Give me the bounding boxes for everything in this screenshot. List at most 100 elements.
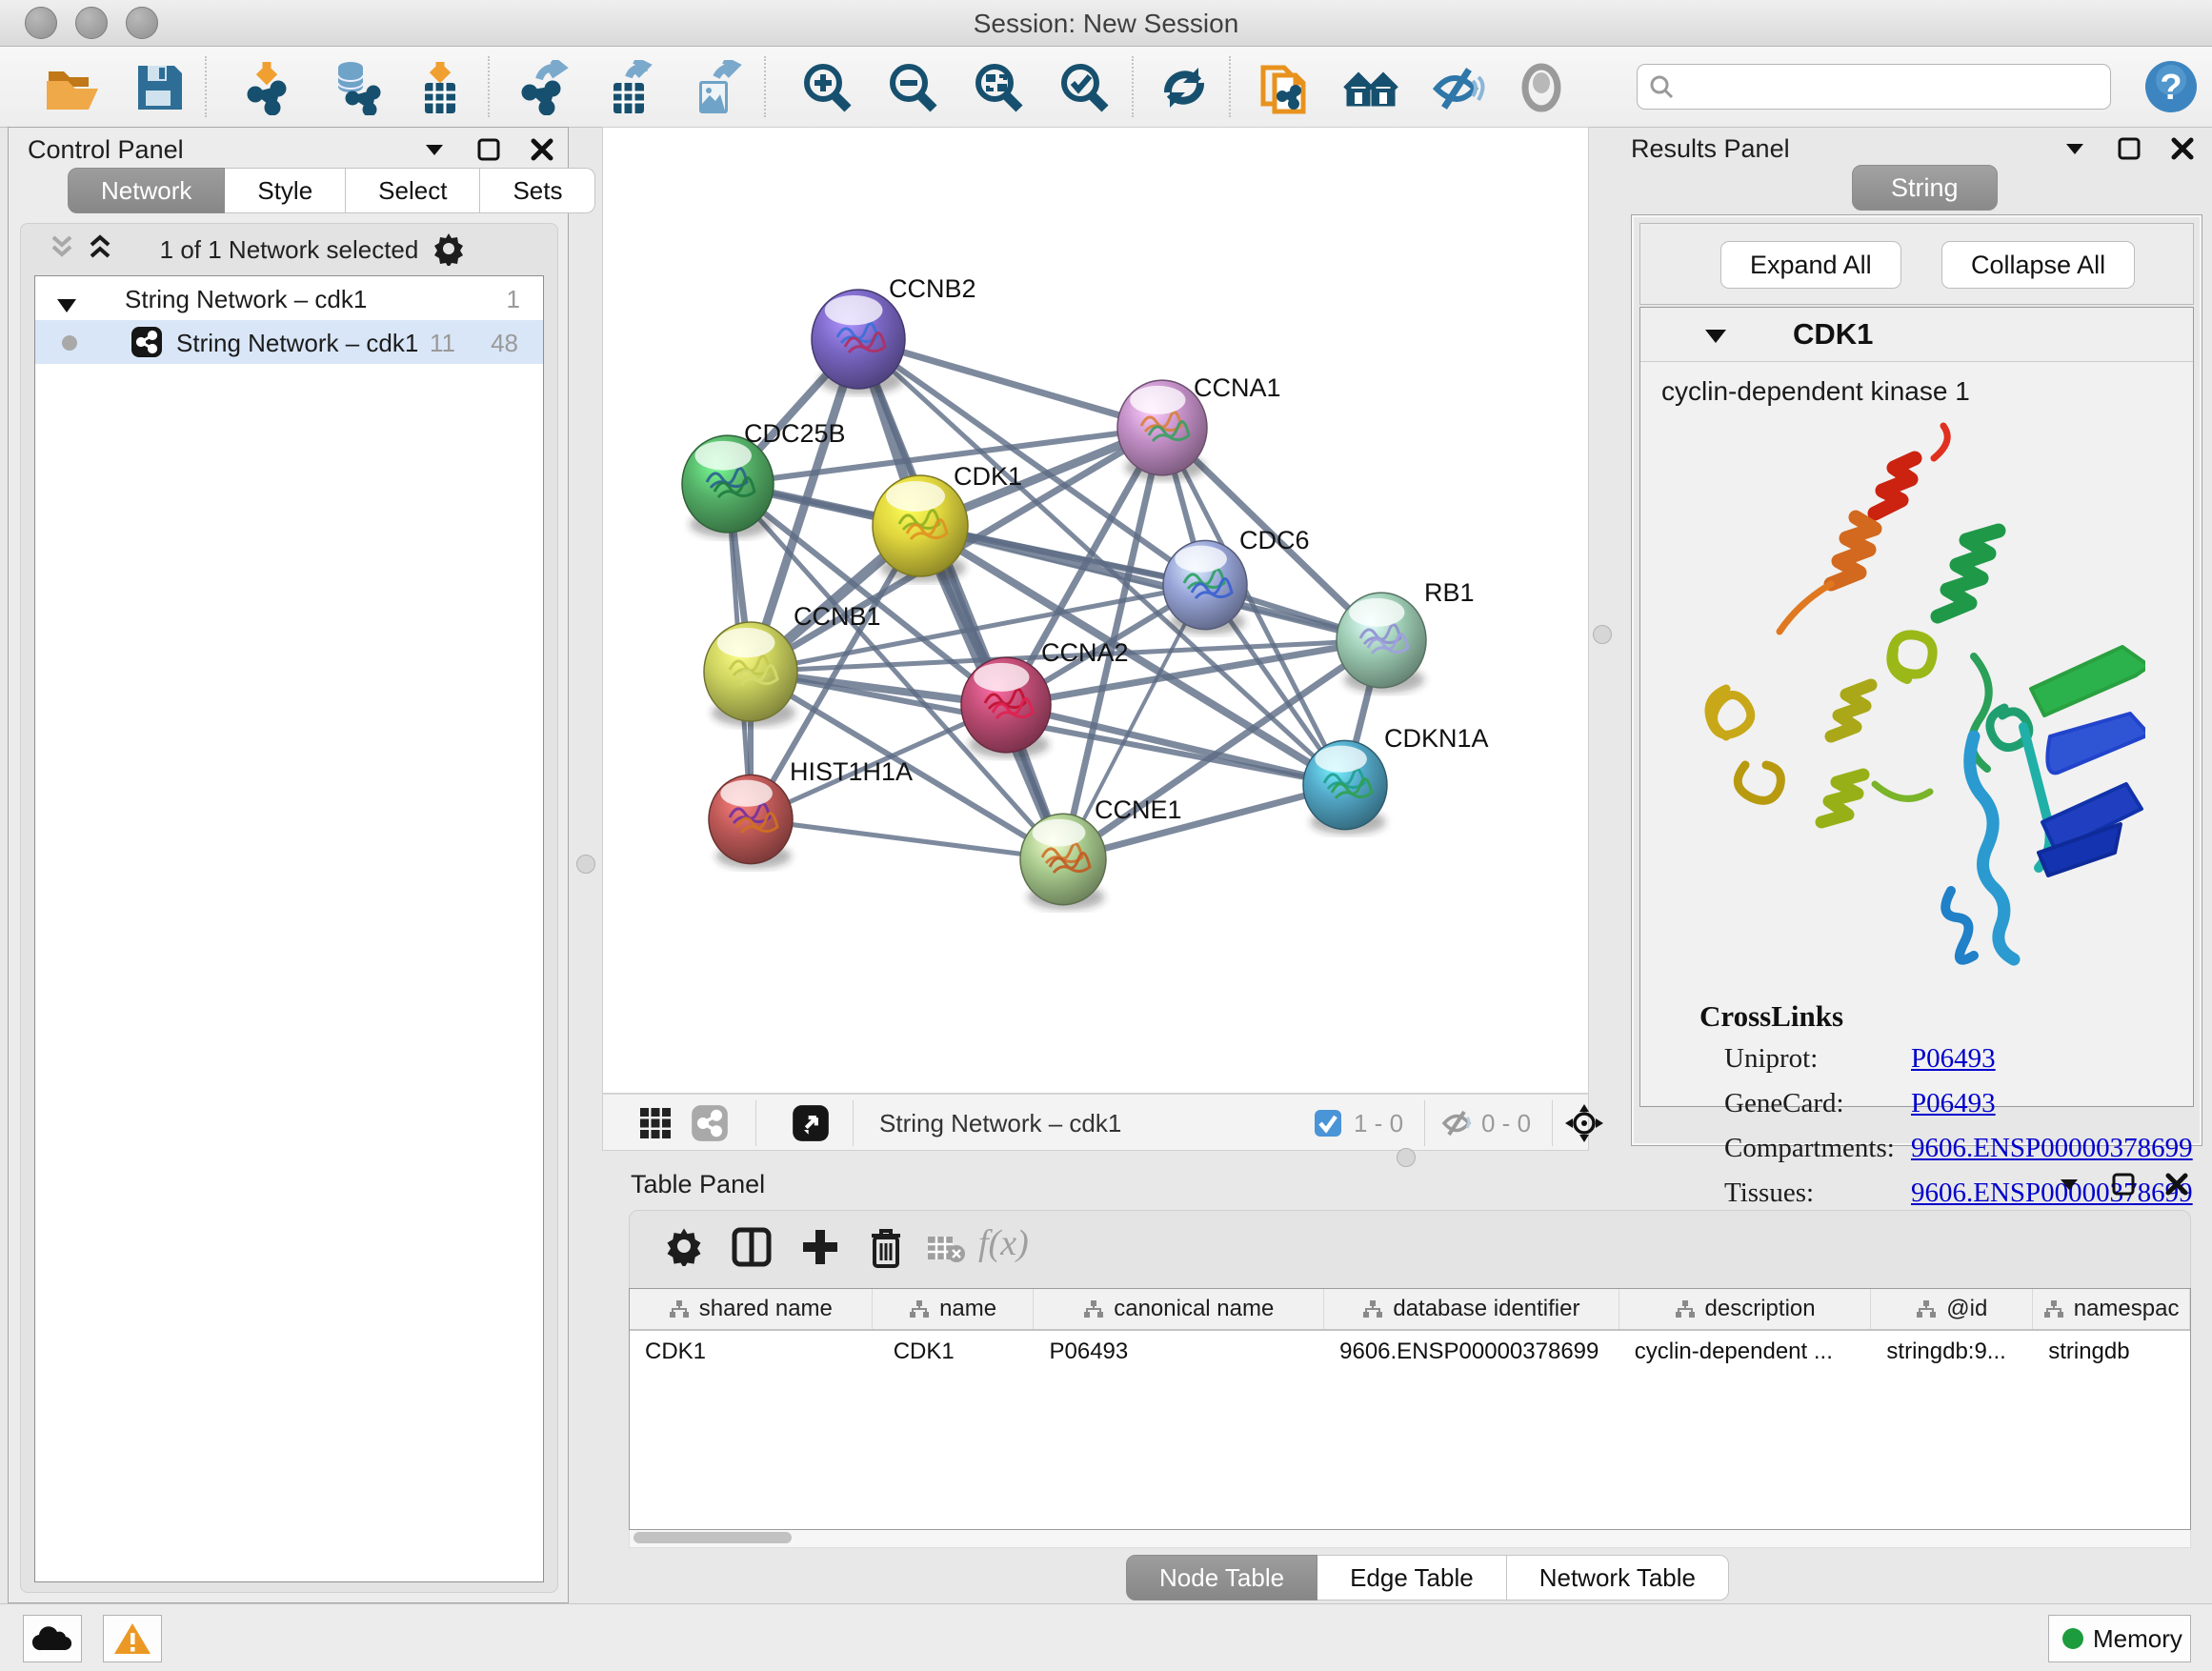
warning-button[interactable] — [103, 1615, 162, 1662]
float-panel-icon[interactable] — [2111, 1172, 2136, 1201]
network-row[interactable]: String Network – cdk1 11 48 — [35, 320, 543, 364]
collapse-panel-icon[interactable] — [422, 137, 447, 167]
hidden-eye-icon[interactable] — [1439, 1108, 1474, 1143]
tab-node-table[interactable]: Node Table — [1126, 1555, 1317, 1601]
footer-separator — [1552, 1100, 1553, 1146]
node-label-HIST1H1A: HIST1H1A — [790, 757, 913, 786]
column-header-shared-name[interactable]: shared name — [630, 1289, 873, 1329]
edge-CCNA2-CDKN1A[interactable] — [1006, 705, 1345, 785]
column-tree-icon — [1083, 1299, 1104, 1319]
column-tree-icon — [1675, 1299, 1696, 1319]
gear-icon[interactable] — [432, 232, 466, 271]
import-network-database-icon[interactable] — [326, 60, 385, 115]
collapse-panel-icon[interactable] — [2062, 136, 2087, 166]
table-settings-gear-icon[interactable] — [664, 1226, 704, 1271]
toolbar-separator — [764, 56, 766, 117]
network-graph[interactable]: CCNB2CCNA1CDC25BCDK1CDC6RB1CCNB1CCNA2CDK… — [603, 128, 1588, 1093]
control-panel-tabs: NetworkStyleSelectSets — [68, 168, 595, 213]
left-splitter-handle[interactable] — [576, 855, 595, 874]
close-panel-icon[interactable] — [2164, 1172, 2189, 1201]
float-panel-icon[interactable] — [2117, 136, 2142, 166]
tab-network-table[interactable]: Network Table — [1507, 1555, 1729, 1601]
refresh-icon[interactable] — [1155, 60, 1214, 115]
hide-selected-icon[interactable] — [1427, 60, 1486, 115]
tab-network[interactable]: Network — [68, 168, 225, 213]
cloud-button[interactable] — [23, 1615, 82, 1662]
expand-all-button[interactable]: Expand All — [1720, 241, 1901, 289]
column-tree-icon — [2043, 1299, 2064, 1319]
column-header-canonical-name[interactable]: canonical name — [1034, 1289, 1324, 1329]
export-image-icon[interactable] — [688, 60, 747, 115]
crosshair-icon[interactable] — [1563, 1102, 1605, 1149]
scrollbar-thumb[interactable] — [633, 1532, 792, 1543]
export-table-icon[interactable] — [602, 60, 661, 115]
grid-view-icon[interactable] — [639, 1107, 672, 1144]
node-table-header: shared namenamecanonical namedatabase id… — [630, 1289, 2190, 1331]
zoom-out-icon[interactable] — [884, 60, 943, 115]
crosslink-link[interactable]: P06493 — [1911, 1043, 1996, 1075]
add-column-icon[interactable] — [799, 1226, 841, 1273]
footer-separator — [755, 1100, 756, 1146]
function-builder-button[interactable]: f(x) — [978, 1222, 1029, 1264]
gene-name: CDK1 — [1793, 317, 1873, 352]
node-CDC25B[interactable]: CDC25B — [682, 419, 846, 538]
column-header--id[interactable]: @id — [1871, 1289, 2033, 1329]
table-row[interactable]: CDK1CDK1P064939606.ENSP00000378699cyclin… — [630, 1331, 2190, 1373]
column-header-description[interactable]: description — [1619, 1289, 1872, 1329]
share-view-icon[interactable] — [691, 1104, 729, 1147]
collapse-panel-icon[interactable] — [2057, 1172, 2081, 1201]
delete-table-icon[interactable] — [927, 1236, 965, 1269]
node-CDKN1A[interactable]: CDKN1A — [1303, 724, 1489, 835]
search-field[interactable] — [1637, 64, 2111, 110]
column-header-namespac[interactable]: namespac — [2033, 1289, 2190, 1329]
close-panel-icon[interactable] — [2170, 136, 2195, 166]
node-label-CCNA1: CCNA1 — [1194, 373, 1281, 402]
network-collection-row[interactable]: String Network – cdk1 1 — [35, 276, 543, 320]
tab-style[interactable]: Style — [225, 168, 346, 213]
results-panel-title: Results Panel — [1631, 134, 1790, 163]
edge-HIST1H1A-CCNE1[interactable] — [751, 819, 1063, 859]
float-panel-icon[interactable] — [476, 137, 501, 167]
gene-description: cyclin-dependent kinase 1 — [1661, 376, 1970, 407]
delete-column-icon[interactable] — [866, 1226, 906, 1275]
export-network-icon[interactable] — [516, 60, 575, 115]
tab-sets[interactable]: Sets — [480, 168, 595, 213]
show-columns-icon[interactable] — [731, 1226, 773, 1273]
node-RB1[interactable]: RB1 — [1337, 578, 1475, 693]
tree-expand-icon[interactable] — [56, 292, 77, 321]
close-panel-icon[interactable] — [530, 137, 554, 167]
section-collapse-icon[interactable] — [1703, 327, 1728, 351]
zoom-in-icon[interactable] — [798, 60, 857, 115]
crosslink-link[interactable]: P06493 — [1911, 1088, 1996, 1119]
collection-count: 1 — [507, 285, 520, 314]
birdseye-view-icon[interactable] — [792, 1104, 830, 1147]
tab-string[interactable]: String — [1852, 165, 1998, 211]
node-HIST1H1A[interactable]: HIST1H1A — [709, 757, 913, 869]
clone-network-icon[interactable] — [1256, 60, 1315, 115]
right-splitter-handle[interactable] — [1593, 625, 1612, 644]
node-CCNA1[interactable]: CCNA1 — [1117, 373, 1281, 480]
table-cell: cyclin-dependent ... — [1619, 1331, 1872, 1373]
import-network-file-icon[interactable] — [240, 60, 299, 115]
memory-button[interactable]: Memory — [2048, 1615, 2191, 1662]
network-tree: String Network – cdk1 1 String Network –… — [34, 275, 544, 1582]
table-horizontal-scrollbar[interactable] — [629, 1530, 2191, 1548]
tab-select[interactable]: Select — [346, 168, 480, 213]
import-table-icon[interactable] — [412, 60, 471, 115]
open-session-icon[interactable] — [43, 60, 102, 115]
column-header-database-identifier[interactable]: database identifier — [1324, 1289, 1619, 1329]
zoom-fit-icon[interactable] — [970, 60, 1029, 115]
selected-checkbox-icon[interactable] — [1314, 1109, 1342, 1142]
first-neighbors-icon[interactable] — [1341, 60, 1400, 115]
gene-section-header[interactable]: CDK1 — [1640, 308, 2193, 362]
zoom-selected-icon[interactable] — [1056, 60, 1115, 115]
tab-edge-table[interactable]: Edge Table — [1317, 1555, 1507, 1601]
column-header-name[interactable]: name — [873, 1289, 1035, 1329]
collapse-all-button[interactable]: Collapse All — [1941, 241, 2135, 289]
network-canvas[interactable]: CCNB2CCNA1CDC25BCDK1CDC6RB1CCNB1CCNA2CDK… — [602, 127, 1589, 1094]
search-input[interactable] — [1681, 69, 2104, 105]
node-CCNB2[interactable]: CCNB2 — [812, 274, 976, 394]
show-all-icon[interactable] — [1513, 60, 1572, 115]
help-icon[interactable]: ? — [2143, 59, 2202, 114]
save-session-icon[interactable] — [129, 60, 188, 115]
